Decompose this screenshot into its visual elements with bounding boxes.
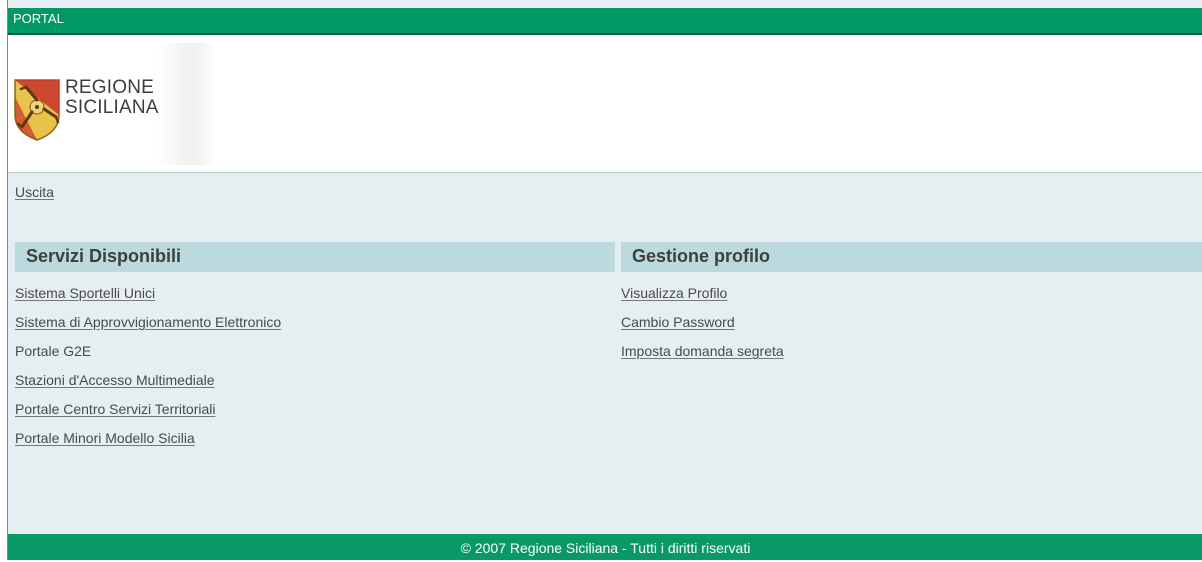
service-link-stazioni-accesso[interactable]: Stazioni d'Accesso Multimediale bbox=[15, 372, 215, 388]
list-item: Imposta domanda segreta bbox=[621, 342, 784, 371]
profile-list: Visualizza Profilo Cambio Password Impos… bbox=[621, 284, 784, 371]
logo-background-panel bbox=[156, 43, 218, 165]
portal-label: PORTAL bbox=[13, 11, 64, 26]
services-list: Sistema Sportelli Unici Sistema di Appro… bbox=[15, 284, 281, 458]
logo-line-2: SICILIANA bbox=[65, 97, 159, 118]
footer-bar: © 2007 Regione Siciliana - Tutti i dirit… bbox=[8, 534, 1202, 560]
list-item: Visualizza Profilo bbox=[621, 284, 784, 313]
exit-link[interactable]: Uscita bbox=[15, 184, 54, 200]
list-item: Cambio Password bbox=[621, 313, 784, 342]
list-item: Portale Centro Servizi Territoriali bbox=[15, 400, 281, 429]
profile-title: Gestione profilo bbox=[632, 246, 771, 266]
logo-area: REGIONE SICILIANA bbox=[8, 35, 1202, 173]
logo-line-1: REGIONE bbox=[65, 77, 155, 98]
list-item: Portale G2E bbox=[15, 342, 281, 371]
profile-link-domanda-segreta[interactable]: Imposta domanda segreta bbox=[621, 343, 784, 359]
list-item: Portale Minori Modello Sicilia bbox=[15, 429, 281, 458]
service-link-minori-modello[interactable]: Portale Minori Modello Sicilia bbox=[15, 430, 195, 446]
main-content: Uscita Servizi Disponibili Gestione prof… bbox=[8, 174, 1202, 534]
list-item: Stazioni d'Accesso Multimediale bbox=[15, 371, 281, 400]
trinacria-crest-icon bbox=[14, 79, 60, 141]
profile-link-visualizza[interactable]: Visualizza Profilo bbox=[621, 285, 727, 301]
services-section-header: Servizi Disponibili bbox=[15, 242, 615, 272]
profile-link-cambio-password[interactable]: Cambio Password bbox=[621, 314, 735, 330]
services-title: Servizi Disponibili bbox=[26, 246, 182, 266]
service-label-portale-g2e: Portale G2E bbox=[15, 343, 92, 359]
footer-copyright: © 2007 Regione Siciliana - Tutti i dirit… bbox=[460, 540, 751, 556]
list-item: Sistema Sportelli Unici bbox=[15, 284, 281, 313]
portal-frame: PORTAL REGIONE SICILIANA Uscita Servizi … bbox=[7, 0, 1202, 560]
portal-top-bar: PORTAL bbox=[8, 8, 1202, 35]
logo-wordmark: REGIONE SICILIANA bbox=[65, 78, 159, 118]
profile-section-header: Gestione profilo bbox=[621, 242, 1202, 272]
service-link-centro-servizi[interactable]: Portale Centro Servizi Territoriali bbox=[15, 401, 215, 417]
service-link-approvvigionamento[interactable]: Sistema di Approvvigionamento Elettronic… bbox=[15, 314, 281, 330]
list-item: Sistema di Approvvigionamento Elettronic… bbox=[15, 313, 281, 342]
service-link-sportelli-unici[interactable]: Sistema Sportelli Unici bbox=[15, 285, 155, 301]
